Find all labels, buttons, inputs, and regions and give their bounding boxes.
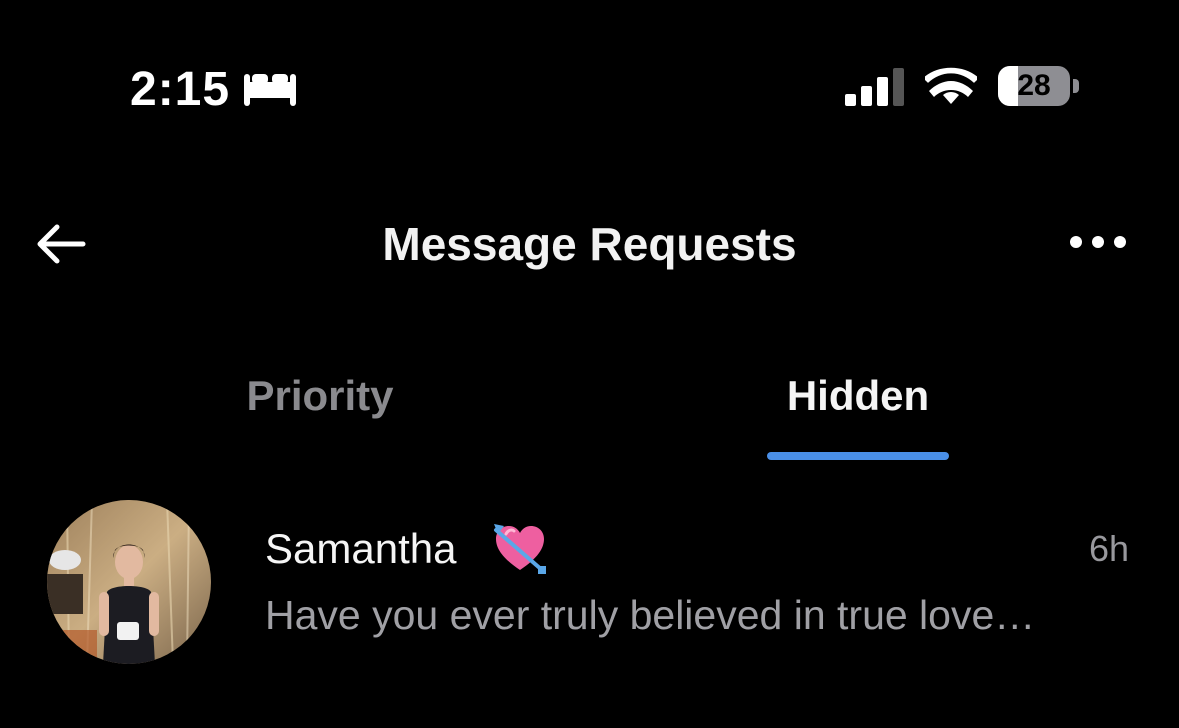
page-title: Message Requests [382,218,797,270]
more-options-button[interactable] [1058,218,1138,266]
sleep-focus-icon [244,74,296,106]
heart-with-arrow-icon [494,524,546,574]
battery-tip [1073,79,1079,93]
tab-priority[interactable]: Priority [170,368,470,424]
status-time: 2:15 [130,63,231,116]
avatar[interactable] [47,500,211,664]
cellular-signal-icon [845,68,904,106]
more-horizontal-icon [1070,236,1126,248]
timestamp: 6h [1088,528,1129,569]
message-preview: Have you ever truly believed in true lov… [265,592,1036,638]
battery-level: 28 [1017,69,1051,102]
active-tab-indicator [767,452,949,460]
battery-icon: 28 [998,66,1070,106]
tab-hidden[interactable]: Hidden [708,368,1008,424]
avatar-photo [47,500,211,664]
sender-name: Samantha [265,525,457,572]
message-request-row[interactable]: Samantha 6h Have you ever truly believed… [0,490,1179,680]
wifi-icon [925,67,977,104]
